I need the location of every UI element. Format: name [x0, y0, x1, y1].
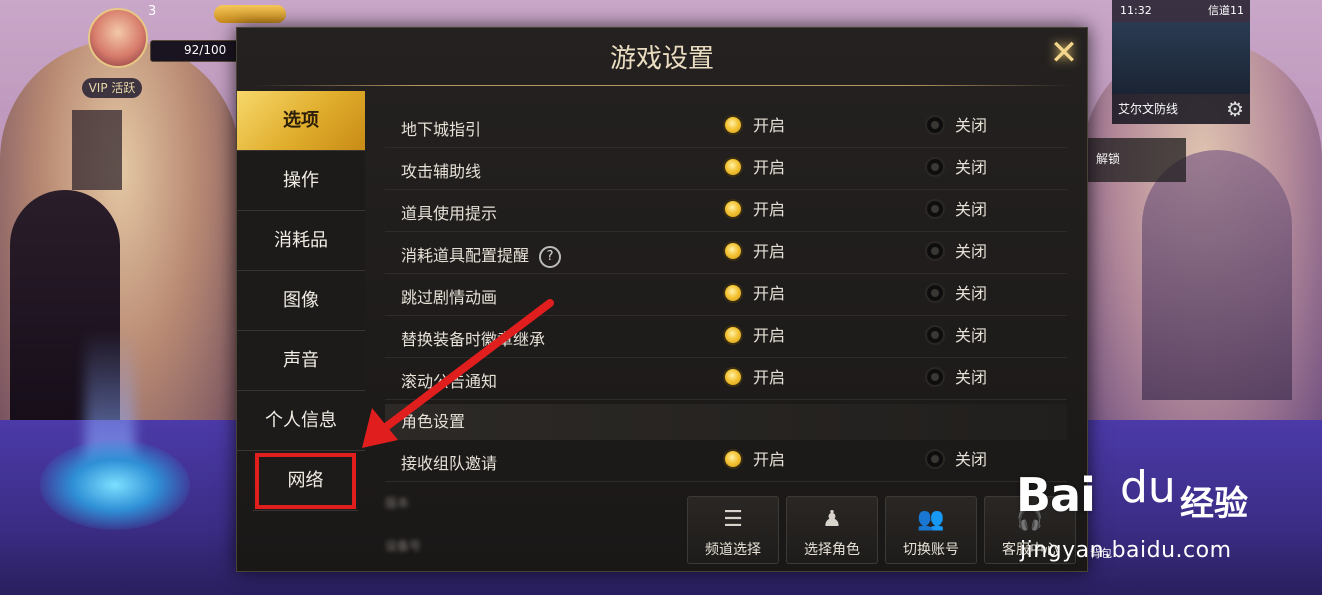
map-name-label: 艾尔文防线 — [1118, 102, 1179, 116]
clock-text: 11:32 — [1120, 4, 1152, 17]
channel-select-label: 频道选择 — [705, 542, 761, 558]
radio-selected-icon[interactable] — [723, 449, 743, 469]
radio-unselected-icon[interactable] — [925, 325, 945, 345]
radio-selected-icon[interactable] — [723, 325, 743, 345]
channel-text: 信道11 — [1208, 4, 1244, 17]
menu-item-profile[interactable]: 个人信息 — [237, 391, 365, 451]
settings-category-menu: 选项 操作 消耗品 图像 声音 个人信息 网络 — [237, 91, 365, 511]
option-row: 替换装备时徽章继承 开启 关闭 — [385, 316, 1067, 358]
version-info: 版本 设备号 — [385, 490, 685, 570]
side-unlock-panel[interactable]: 解锁 — [1086, 138, 1186, 182]
version-label: 版本 — [385, 496, 410, 510]
radio-selected-icon[interactable] — [723, 199, 743, 219]
hp-text: 92/100 — [184, 43, 227, 57]
radio-off-label: 关闭 — [955, 242, 988, 261]
select-character-button[interactable]: ♟ 选择角色 — [786, 496, 878, 564]
radio-off-label: 关闭 — [955, 158, 988, 177]
radio-unselected-icon[interactable] — [925, 283, 945, 303]
radio-on-label: 开启 — [753, 326, 786, 345]
close-icon[interactable]: ✕ — [1045, 34, 1083, 72]
channel-select-button[interactable]: ☰ 频道选择 — [687, 496, 779, 564]
gear-icon[interactable]: ⚙ — [1226, 94, 1244, 124]
radio-off-label: 关闭 — [955, 368, 988, 387]
option-row: 地下城指引 开启 关闭 — [385, 106, 1067, 148]
switch-account-button[interactable]: 👥 切换账号 — [885, 496, 977, 564]
option-label: 道具使用提示 — [401, 204, 498, 223]
radio-on-label: 开启 — [753, 368, 786, 387]
list-icon: ☰ — [723, 507, 743, 532]
game-settings-dialog: 游戏设置 ✕ 选项 操作 消耗品 图像 声音 个人信息 网络 地下城指引 开启 … — [236, 27, 1088, 572]
radio-selected-icon[interactable] — [723, 241, 743, 261]
watermark-url: jingyan.baidu.com — [1020, 538, 1232, 563]
quest-panel[interactable] — [72, 110, 122, 190]
person-pin-icon: ♟ — [822, 507, 842, 532]
radio-off-label: 关闭 — [955, 450, 988, 469]
option-label: 地下城指引 — [401, 120, 482, 139]
menu-item-network[interactable]: 网络 — [253, 451, 358, 511]
option-row: 接收组队邀请 开启 关闭 — [385, 440, 1067, 482]
radio-off-label: 关闭 — [955, 284, 988, 303]
menu-item-options[interactable]: 选项 — [237, 91, 365, 151]
radio-selected-icon[interactable] — [723, 367, 743, 387]
option-label: 滚动公告通知 — [401, 372, 498, 391]
radio-unselected-icon[interactable] — [925, 367, 945, 387]
option-row: 消耗道具配置提醒? 开启 关闭 — [385, 232, 1067, 274]
radio-on-label: 开启 — [753, 200, 786, 219]
watermark-paw-text: du — [1120, 462, 1176, 513]
radio-on-label: 开启 — [753, 242, 786, 261]
option-row: 滚动公告通知 开启 关闭 — [385, 358, 1067, 400]
title-divider — [253, 85, 1071, 86]
options-list: 地下城指引 开启 关闭 攻击辅助线 开启 关闭 道具使用提示 开启 关闭 消耗道… — [385, 106, 1067, 482]
option-row: 攻击辅助线 开启 关闭 — [385, 148, 1067, 190]
option-label: 消耗道具配置提醒? — [401, 242, 562, 268]
radio-on-label: 开启 — [753, 116, 786, 135]
background-portal — [40, 440, 190, 530]
section-header: 角色设置 — [385, 404, 1067, 440]
option-label-text: 消耗道具配置提醒 — [401, 246, 530, 265]
option-label: 接收组队邀请 — [401, 454, 498, 473]
player-level: 3 — [148, 4, 157, 19]
radio-unselected-icon[interactable] — [925, 449, 945, 469]
watermark-brand: Bai — [1016, 468, 1096, 522]
radio-selected-icon[interactable] — [723, 157, 743, 177]
radio-off-label: 关闭 — [955, 200, 988, 219]
radio-off-label: 关闭 — [955, 326, 988, 345]
device-id-label: 设备号 — [385, 539, 422, 553]
option-label: 攻击辅助线 — [401, 162, 482, 181]
vip-badge[interactable]: VIP 活跃 — [82, 78, 142, 98]
option-row: 跳过剧情动画 开启 关闭 — [385, 274, 1067, 316]
currency-pill[interactable] — [214, 5, 286, 23]
menu-item-sound[interactable]: 声音 — [237, 331, 365, 391]
radio-on-label: 开启 — [753, 284, 786, 303]
radio-selected-icon[interactable] — [723, 115, 743, 135]
radio-selected-icon[interactable] — [723, 283, 743, 303]
minimap[interactable] — [1112, 22, 1250, 94]
option-label: 替换装备时徽章继承 — [401, 330, 546, 349]
radio-unselected-icon[interactable] — [925, 157, 945, 177]
side-unlock-label: 解锁 — [1096, 152, 1121, 166]
radio-on-label: 开启 — [753, 450, 786, 469]
menu-item-graphics[interactable]: 图像 — [237, 271, 365, 331]
status-bar: 11:32 信道11 — [1112, 0, 1250, 22]
radio-on-label: 开启 — [753, 158, 786, 177]
switch-account-label: 切换账号 — [903, 542, 959, 558]
help-icon[interactable]: ? — [539, 245, 562, 268]
group-icon: 👥 — [917, 507, 945, 532]
menu-item-controls[interactable]: 操作 — [237, 151, 365, 211]
option-row: 道具使用提示 开启 关闭 — [385, 190, 1067, 232]
background-right-window — [1142, 150, 1292, 400]
map-name-bar: 艾尔文防线 ⚙ — [1112, 94, 1250, 124]
radio-unselected-icon[interactable] — [925, 115, 945, 135]
watermark-cn: 经验 — [1180, 484, 1248, 524]
option-label: 跳过剧情动画 — [401, 288, 498, 307]
select-character-label: 选择角色 — [804, 542, 860, 558]
radio-unselected-icon[interactable] — [925, 199, 945, 219]
dialog-title: 游戏设置 — [609, 44, 714, 74]
baidu-watermark: Bai du 经验 jingyan.baidu.com — [1010, 460, 1310, 570]
radio-unselected-icon[interactable] — [925, 241, 945, 261]
player-avatar[interactable] — [88, 8, 148, 68]
menu-item-consumables[interactable]: 消耗品 — [237, 211, 365, 271]
radio-off-label: 关闭 — [955, 116, 988, 135]
